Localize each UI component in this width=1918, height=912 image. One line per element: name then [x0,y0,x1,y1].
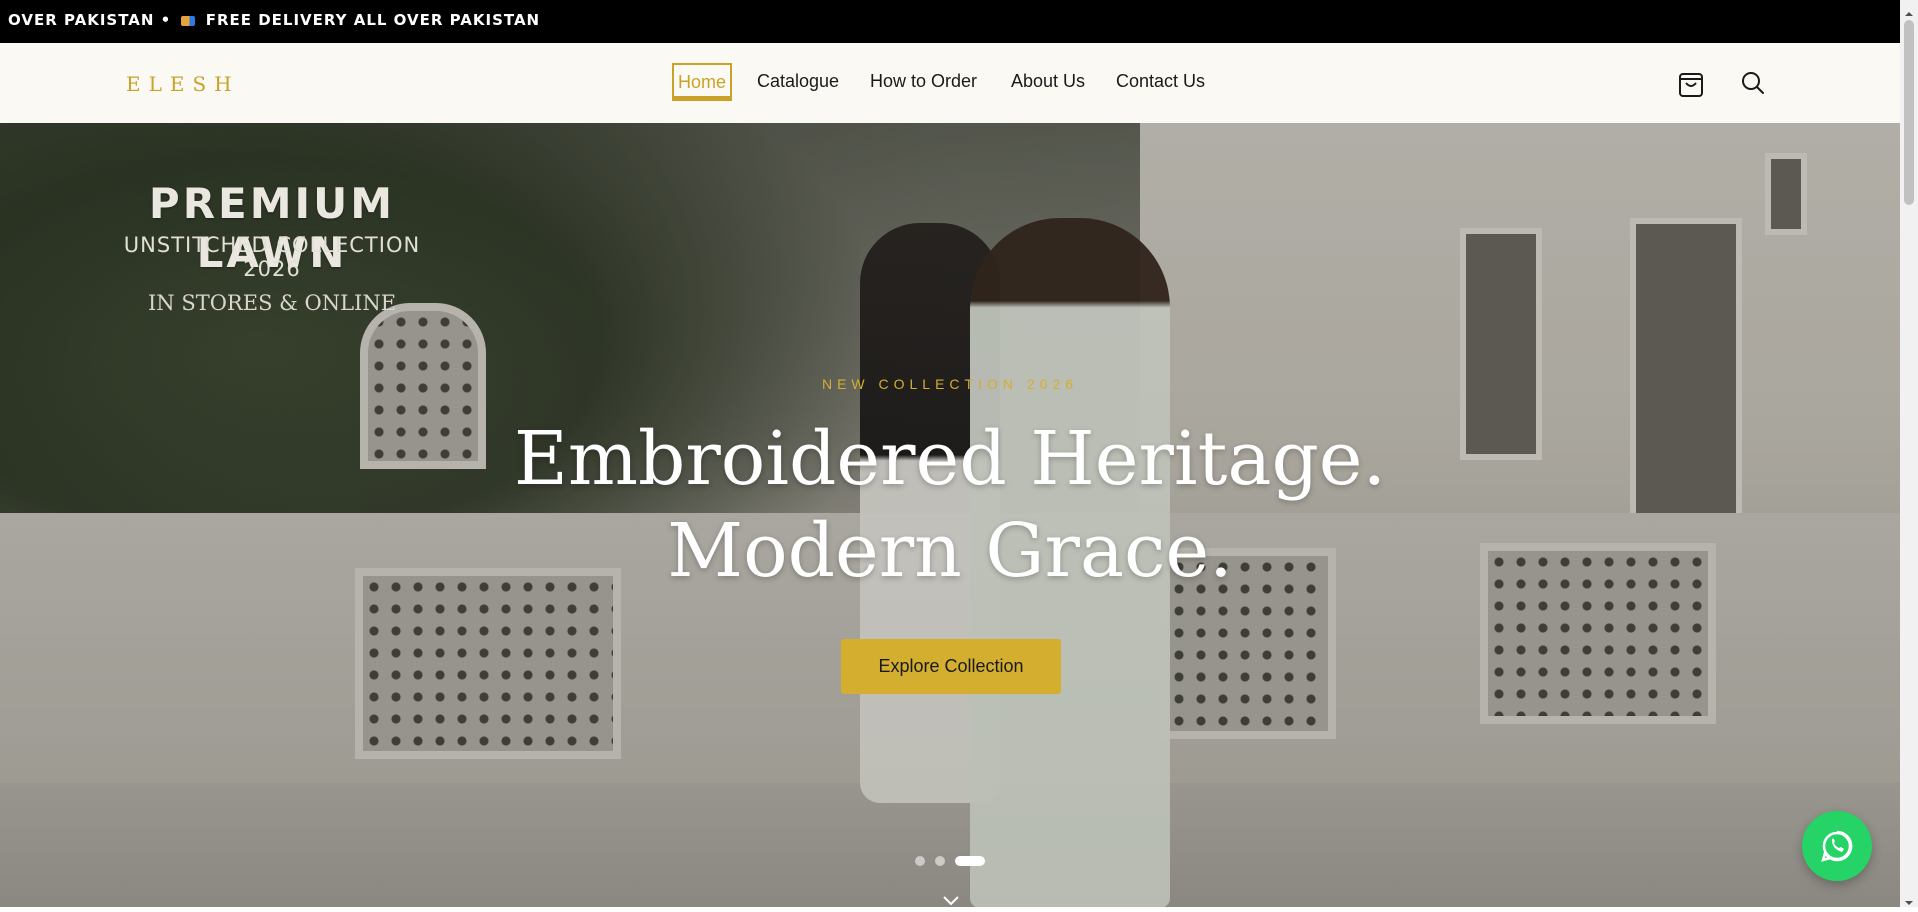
scrollbar-thumb[interactable] [1904,20,1914,205]
hero-headline-line-2: Modern Grace. [667,508,1233,594]
hero-headline: Embroidered Heritage. Modern Grace. [450,413,1450,597]
nav-how-to-order[interactable]: How to Order [870,63,977,99]
carousel-dot-1[interactable] [915,856,925,866]
delivery-truck-icon [181,16,196,26]
hero-headline-line-1: Embroidered Heritage. [513,416,1387,502]
hero-banner: PREMIUM LAWN UNSTITCHED COLLECTION 2026 … [0,123,1900,907]
page-scrollbar[interactable] [1900,0,1918,907]
logo[interactable]: ELESH [126,72,240,96]
chevron-down-icon[interactable] [942,893,960,907]
announcement-text-2: FREE DELIVERY ALL OVER PAKISTAN [199,11,541,29]
carousel-dot-3[interactable] [955,856,985,866]
nav-about-us[interactable]: About Us [1011,63,1085,99]
nav-home[interactable]: Home [672,63,733,101]
scroll-up-arrow-icon[interactable] [1904,4,1914,16]
promo-subtitle: UNSTITCHED COLLECTION 2026 [123,233,421,281]
hero-kicker: NEW COLLECTION 2026 [821,376,1079,392]
announcement-track: OVER PAKISTAN • FREE DELIVERY ALL OVER P… [8,0,540,41]
nav-catalogue[interactable]: Catalogue [757,63,839,99]
announcement-bar: OVER PAKISTAN • FREE DELIVERY ALL OVER P… [0,0,1900,43]
announcement-text: OVER PAKISTAN • [8,11,178,29]
scroll-down-arrow-icon[interactable] [1904,893,1914,905]
cart-icon[interactable] [1675,67,1707,99]
search-icon[interactable] [1737,67,1769,99]
whatsapp-icon [1821,830,1853,862]
carousel-dot-2[interactable] [935,856,945,866]
site-header: ELESH Home Catalogue How to Order About … [0,43,1900,124]
nav-contact-us[interactable]: Contact Us [1116,63,1205,99]
explore-collection-button[interactable]: Explore Collection [841,639,1061,694]
promo-tagline: IN STORES & ONLINE [147,291,397,315]
whatsapp-button[interactable] [1802,811,1872,881]
